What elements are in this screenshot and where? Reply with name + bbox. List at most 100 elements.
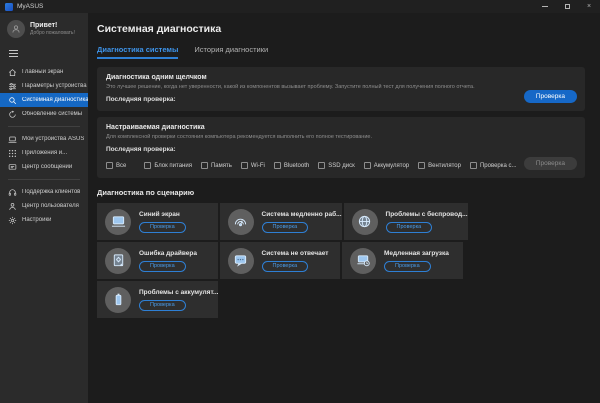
checkbox-wifi[interactable]: Wi-Fi [241,162,265,169]
checkbox-power-supply[interactable]: Блок питания [144,162,192,169]
window-controls: × [534,0,600,13]
search-icon [8,96,17,105]
sidebar-item-my-devices[interactable]: Мои устройства ASUS [0,132,88,146]
sidebar-item-label: Поддержка клиентов [22,189,80,195]
speedometer-icon [228,209,254,235]
monitor-chat-icon [228,248,254,274]
sidebar-item-system-update[interactable]: Обновление системы [0,107,88,121]
sidebar: Привет! Добро пожаловать! Главный экран … [0,13,88,403]
checkbox-icon[interactable] [144,162,151,169]
tab-system-diagnostics[interactable]: Диагностика системы [97,45,178,59]
update-icon [8,110,17,119]
custom-check-button[interactable]: Проверка [524,157,577,170]
battery-icon [105,287,131,313]
greeting-title: Привет! [30,22,75,31]
card-description: Для комплексной проверки состояния компь… [106,134,576,140]
sidebar-item-label: Центр сообщений [22,164,72,170]
sidebar-item-label: Системная диагностика [22,97,88,103]
sidebar-item-label: Приложения и... [22,150,67,156]
scenario-card-blue-screen: Синий экран Проверка [97,203,218,240]
sidebar-item-message-center[interactable]: Центр сообщений [0,160,88,174]
sidebar-item-customer-support[interactable]: Поддержка клиентов [0,185,88,199]
checkbox-battery[interactable]: Аккумулятор [364,162,409,169]
checkbox-icon[interactable] [201,162,208,169]
maximize-icon [565,4,570,9]
scenario-check-button[interactable]: Проверка [262,222,309,233]
sliders-icon [8,82,17,91]
scenario-card-battery-problems: Проблемы с аккумулят... Проверка [97,281,218,318]
tab-bar: Диагностика системы История диагностики [97,45,585,59]
last-check-label: Последняя проверка: [106,146,576,153]
checkbox-bluetooth[interactable]: Bluetooth [274,162,309,169]
custom-diagnostics-card: Настраиваемая диагностика Для комплексно… [97,117,585,178]
home-icon [8,68,17,77]
laptop-clock-icon [350,248,376,274]
sidebar-item-label: Параметры устройства [22,83,87,89]
tab-diagnostics-history[interactable]: История диагностики [194,45,268,59]
one-click-diagnostics-card: Диагностика одним щелчком Это лучшее реш… [97,67,585,111]
scenario-card-wireless-problems: Проблемы с беспровод... Проверка [344,203,468,240]
scenario-card-label: Система медленно раб... [262,211,342,218]
maximize-button[interactable] [556,0,578,13]
headset-icon [8,188,17,197]
apps-grid-icon [8,149,17,158]
checkbox-system-check[interactable]: Проверка с... [470,162,517,169]
scenario-card-slow-boot: Медленная загрузка Проверка [342,242,463,279]
scenario-card-label: Проблемы с беспровод... [386,211,468,218]
scenario-card-label: Проблемы с аккумулят... [139,289,218,296]
scenario-card-driver-error: Ошибка драйвера Проверка [97,242,218,279]
card-title: Настраиваемая диагностика [106,124,576,131]
checkbox-icon[interactable] [470,162,477,169]
laptop-icon [8,135,17,144]
scenario-card-slow-system: Система медленно раб... Проверка [220,203,342,240]
sidebar-divider [8,179,80,180]
one-click-check-button[interactable]: Проверка [524,90,577,103]
sidebar-item-system-diagnostics[interactable]: Системная диагностика [0,93,88,107]
sidebar-item-label: Главный экран [22,69,63,75]
checkbox-memory[interactable]: Память [201,162,232,169]
user-icon [8,202,17,211]
hamburger-menu-icon[interactable] [9,50,18,57]
checkbox-all[interactable]: Все [106,162,126,169]
main-content: Системная диагностика Диагностика систем… [88,13,600,403]
scenario-check-button[interactable]: Проверка [262,261,309,272]
last-check-label: Последняя проверка: [106,96,576,103]
scenario-section-title: Диагностика по сценарию [97,188,585,197]
page-title: Системная диагностика [97,23,585,35]
app-title: MyASUS [17,3,43,10]
blue-screen-icon [105,209,131,235]
close-button[interactable]: × [578,0,600,13]
scenario-card-grid: Синий экран Проверка Система медленно ра… [97,203,585,318]
checkbox-icon[interactable] [364,162,371,169]
sidebar-item-label: Центр пользователя [22,203,79,209]
minimize-icon [542,6,548,7]
minimize-button[interactable] [534,0,556,13]
scenario-check-button[interactable]: Проверка [139,261,186,272]
scenario-check-button[interactable]: Проверка [139,300,186,311]
checkbox-icon[interactable] [318,162,325,169]
checkbox-icon[interactable] [241,162,248,169]
sidebar-item-label: Обновление системы [22,111,82,117]
sidebar-divider [8,126,80,127]
myasus-window: MyASUS × Привет! Добро пожаловать! Главн… [0,0,600,403]
scenario-card-label: Ошибка драйвера [139,250,197,257]
greeting-subtitle: Добро пожаловать! [30,30,75,36]
sidebar-item-settings[interactable]: Настройки [0,213,88,227]
sidebar-item-label: Настройки [22,217,51,223]
scenario-check-button[interactable]: Проверка [139,222,186,233]
titlebar: MyASUS × [0,0,600,13]
checkbox-icon[interactable] [418,162,425,169]
sidebar-item-device-settings[interactable]: Параметры устройства [0,79,88,93]
checkbox-icon[interactable] [106,162,113,169]
sidebar-item-apps[interactable]: Приложения и... [0,146,88,160]
checkbox-ssd[interactable]: SSD диск [318,162,354,169]
checkbox-icon[interactable] [274,162,281,169]
checkbox-fan[interactable]: Вентилятор [418,162,461,169]
scenario-check-button[interactable]: Проверка [386,222,433,233]
scenario-check-button[interactable]: Проверка [384,261,431,272]
sidebar-item-user-center[interactable]: Центр пользователя [0,199,88,213]
profile[interactable]: Привет! Добро пожаловать! [0,20,88,38]
sidebar-item-home[interactable]: Главный экран [0,65,88,79]
avatar-icon [7,20,25,38]
myasus-logo-icon [5,3,13,11]
